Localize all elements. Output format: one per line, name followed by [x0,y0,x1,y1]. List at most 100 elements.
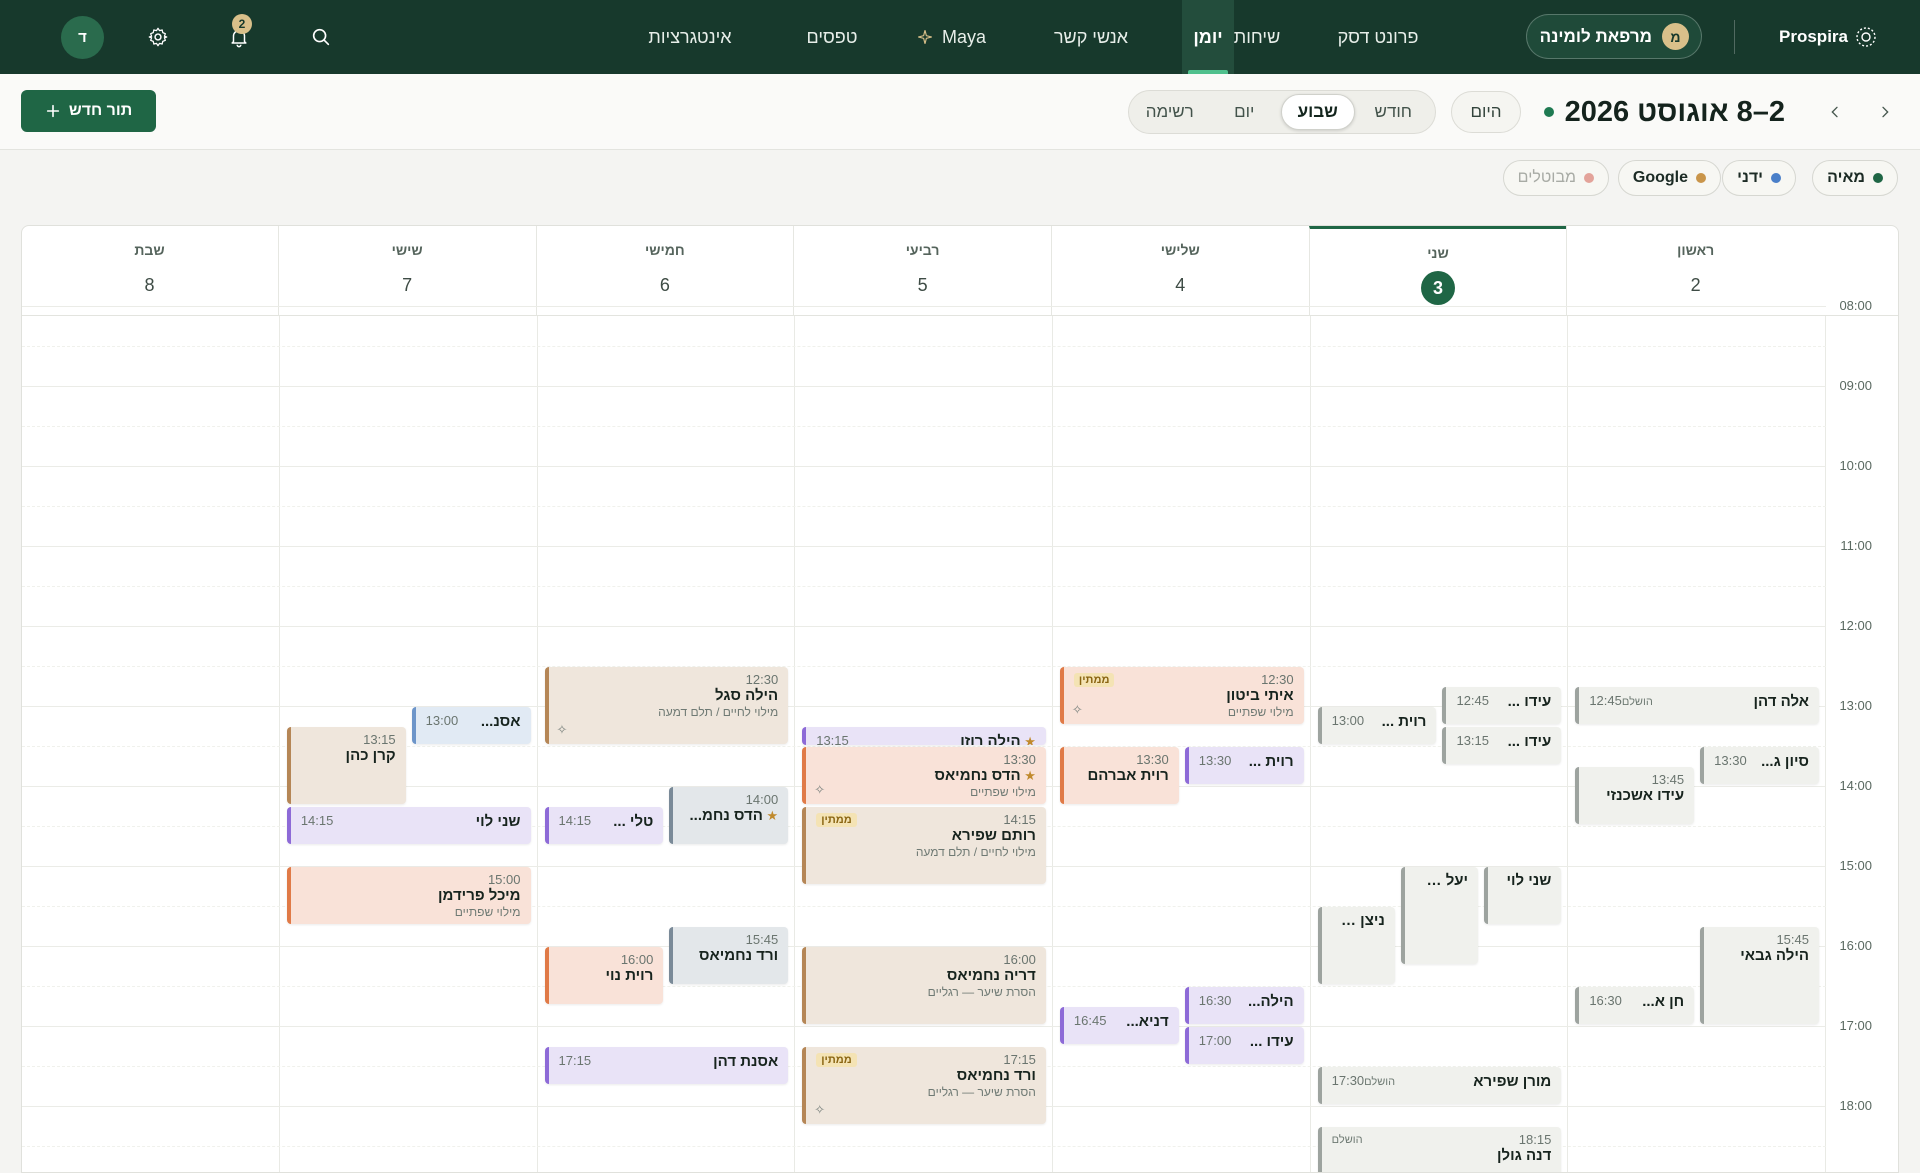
appointment-time: 17:30 [1331,1073,1365,1088]
notifications-button[interactable]: 2 [220,14,258,56]
appointment-row: ניצן גו... [1332,912,1385,929]
appointment-card[interactable]: 13:30 רוית אברהם [1059,747,1179,804]
nav-item-front-desk[interactable]: פרונט דסק [1318,0,1438,74]
day-header[interactable]: שישי 7 [277,226,536,316]
appointment-row: טלי ... 14:15 [559,812,654,830]
appointment-time: 14:15 [300,813,334,828]
clinic-switcher[interactable]: מ מרפאת לומינה [1526,14,1702,59]
day-header[interactable]: שבת 8 [22,226,278,316]
day-header[interactable]: שלישי 4 [1050,226,1309,316]
appointment-name-row: הילה גבאי [1714,947,1809,964]
appointment-time: 13:15 [816,733,849,745]
appointment-meta: 14:15 [559,812,592,830]
nav-item-contacts[interactable]: אנשי קשר [1042,0,1140,74]
day-header[interactable]: חמישי 6 [535,226,794,316]
appointment-time: 12:30 [745,672,779,687]
appointment-card[interactable]: עידו ... 12:45 [1442,687,1562,724]
appointment-card[interactable]: אסנ... 13:00 [411,707,531,744]
appointment-card[interactable]: ניצן גו... [1317,907,1395,984]
appointment-card[interactable]: שני לוי [1484,867,1562,924]
appointment-card[interactable]: רוית ... 13:30 [1184,747,1304,784]
appointment-card[interactable]: אלה דהן הושלם12:45 [1575,687,1819,724]
view-list-tab[interactable]: רשימה [1132,94,1208,130]
appointment-card[interactable]: עידו ... 17:00 [1184,1027,1304,1064]
appointment-card[interactable]: אסנת דהן 17:15 [544,1047,789,1084]
appointment-card[interactable]: רוית ... 13:00 [1317,707,1437,744]
appointment-name: רוית ... [1381,712,1427,730]
appointment-card[interactable]: עידו ... 13:15 [1442,727,1562,764]
nav-label: Maya [942,26,987,47]
treatment-label: מילוי לחיים / תלם דמעה [915,845,1036,859]
appointment-meta: 13:30 [1199,752,1232,770]
appointment-header-row: 15:00 [301,872,521,887]
calendar-body: 08:00 09:00 10:00 11:00 12:00 13:00 14:00 15:00… [22,298,1898,1172]
appointment-card[interactable]: מורן שפירא הושלם17:30 [1317,1067,1562,1104]
hour-gridline [22,1026,1826,1027]
appointment-card[interactable]: הילה... 16:30 [1184,987,1304,1024]
appointment-card[interactable]: 13:15 קרן כהן [286,727,406,804]
nav-item-integrations[interactable]: אינטגרציות [640,0,740,74]
appointment-card[interactable]: 12:30 הילה סגל מילוי לחיים / תלם דמעה ✧ [544,667,789,744]
search-button[interactable] [302,18,340,56]
treatment-label: מילוי שפתיים [1227,705,1294,719]
appointment-card[interactable]: סיון ג... 13:30 [1700,747,1819,784]
appointment-row: מורן שפירא הושלם17:30 [1332,1072,1552,1090]
filter-chip-manual[interactable]: ידני [1722,160,1796,196]
treatment-label: הסרת שיער — רגליים [927,985,1036,999]
view-day-tab[interactable]: יום [1208,94,1282,130]
nav-item-forms[interactable]: טפסים [802,0,862,74]
appointment-card[interactable]: 13:45 עידו אשכנזי [1575,767,1695,824]
filter-chip-maya[interactable]: מאיה [1812,160,1898,196]
appointment-meta: 16:45 [1074,1012,1107,1030]
date-range-title: 2–8 אוגוסט 2026 [1564,95,1785,128]
appointment-card[interactable]: 17:15 ממתין ורד נחמיאס הסרת שיער — רגליים ✧ [802,1047,1046,1124]
hour-label: 13:00 [1839,698,1872,713]
day-header[interactable]: רביעי 5 [793,226,1051,316]
appointment-name: רוית נוי [605,967,654,984]
new-appointment-button[interactable]: תור חדש [21,90,156,132]
appointment-row: ★ הילה רוזו 13:15 [816,732,1036,746]
appointment-card[interactable]: 13:30 ★ הדס נחמיאס מילוי שפתיים ✧ [802,747,1046,804]
appointment-card[interactable]: יעל ח... [1400,867,1479,964]
user-avatar[interactable]: ד [61,16,104,59]
day-header[interactable]: ראשון 2 [1566,226,1824,316]
appointment-card[interactable]: שני לוי 14:15 [286,807,531,844]
calendar-color-dot [1873,173,1883,183]
appointment-card[interactable]: 15:00 מיכל פרידמן מילוי שפתיים [286,867,531,924]
filter-chip-cancelled[interactable]: מבוטלים [1502,160,1609,196]
appointment-card[interactable]: 16:00 דריה נחמיאס הסרת שיער — רגליים [802,947,1046,1024]
appointment-card[interactable]: ★ הילה רוזו 13:15 [802,727,1046,745]
nav-item-calendar[interactable]: יומן [1182,0,1234,74]
day-header[interactable]: שני 3 [1308,226,1567,316]
day-name: שני [1427,245,1449,261]
appointment-card[interactable]: דניא... 16:45 [1059,1007,1179,1044]
settings-button[interactable] [139,18,177,56]
filter-label: ידני [1737,169,1763,186]
appointment-header-row: 17:15 ממתין [816,1052,1036,1067]
prev-week-button[interactable] [1871,98,1899,126]
today-button[interactable]: היום [1451,91,1521,133]
appointment-card[interactable]: 15:45 ורד נחמיאס [669,927,789,984]
next-week-button[interactable] [1821,98,1849,126]
chevron-right-icon [1882,106,1889,118]
appointment-card[interactable]: 15:45 הילה גבאי [1700,927,1819,1024]
appointment-meta: 17:15 [559,1052,592,1070]
appointment-card[interactable]: 14:00 ★ הדס נחמ... [669,787,789,844]
view-week-tab[interactable]: שבוע [1281,94,1355,130]
app-logo[interactable]: Prospira [1779,0,1878,74]
appointment-card[interactable]: טלי ... 14:15 [544,807,664,844]
view-month-tab[interactable]: חודש [1355,94,1432,130]
appointment-row: שני לוי 14:15 [301,812,521,830]
appointment-card[interactable]: 16:00 רוית נוי [544,947,664,1004]
nav-item-maya[interactable]: Maya [908,0,994,74]
status-badge: הושלם [1621,696,1653,708]
appointment-card[interactable]: חן א... 16:30 [1575,987,1695,1024]
filter-chip-google[interactable]: Google [1617,160,1721,196]
appointment-time: 17:15 [558,1053,592,1068]
appointment-time: 15:45 [745,932,779,947]
hour-label: 09:00 [1839,378,1872,393]
star-icon: ★ [1020,733,1036,746]
appointment-card[interactable]: 18:15 הושלם דנה גולן [1317,1127,1562,1172]
appointment-card[interactable]: 14:15 ממתין רותם שפירא מילוי לחיים / תלם דמ… [802,807,1046,884]
appointment-card[interactable]: 12:30 ממתין איתי ביטון מילוי שפתיים ✧ [1059,667,1304,724]
